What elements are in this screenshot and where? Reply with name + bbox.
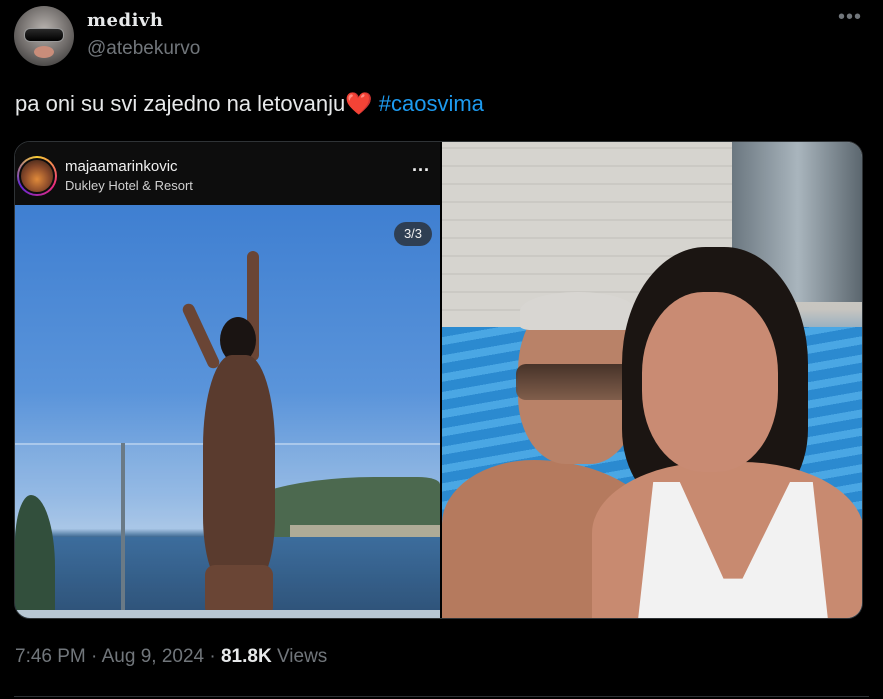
photo-railing-post (121, 443, 125, 613)
instagram-username: majaamarinkovic (65, 158, 178, 175)
heart-emoji: ❤️ (345, 91, 373, 116)
slide-counter: 3/3 (394, 222, 432, 246)
figure-bent-arm (180, 301, 222, 371)
figure-body (203, 355, 275, 585)
author-avatar[interactable] (14, 6, 74, 66)
selfie-photo[interactable] (442, 142, 862, 618)
author-handle[interactable]: @atebekurvo (87, 38, 200, 60)
views-label: Views (276, 646, 328, 667)
tweet-time[interactable]: 7:46 PM (15, 646, 86, 667)
instagram-screenshot[interactable]: majaamarinkovic Dukley Hotel & Resort ··… (15, 142, 440, 618)
tweet-body: pa oni su svi zajedno na letovanju (15, 91, 346, 116)
tweet-date[interactable]: Aug 9, 2024 (102, 646, 204, 667)
tweet-media[interactable]: majaamarinkovic Dukley Hotel & Resort ··… (14, 141, 863, 619)
views-count: 81.8K (220, 646, 272, 667)
meta-separator: · (209, 646, 216, 667)
hashtag-link[interactable]: #caosvima (379, 91, 484, 116)
photo-pool-balcony: 3/3 (15, 205, 440, 618)
divider (14, 696, 869, 697)
tweet-meta: 7:46 PM · Aug 9, 2024 · 81.8K Views (15, 646, 327, 668)
avatar-chin (34, 46, 54, 58)
photo-floor (15, 610, 440, 618)
author-display-name[interactable]: medivh (87, 10, 163, 31)
more-options-icon[interactable]: ••• (838, 6, 862, 29)
meta-separator: · (91, 646, 98, 667)
avatar-visor (24, 28, 64, 42)
sunglasses (516, 364, 636, 400)
selfie-woman-face (642, 292, 778, 472)
instagram-avatar (17, 156, 57, 196)
instagram-more-icon: ··· (412, 160, 430, 180)
instagram-header: majaamarinkovic Dukley Hotel & Resort ··… (15, 142, 440, 205)
instagram-location: Dukley Hotel & Resort (65, 178, 193, 193)
selfie-man-hair (520, 292, 636, 330)
tweet-text: pa oni su svi zajedno na letovanju❤️ #ca… (15, 91, 484, 117)
